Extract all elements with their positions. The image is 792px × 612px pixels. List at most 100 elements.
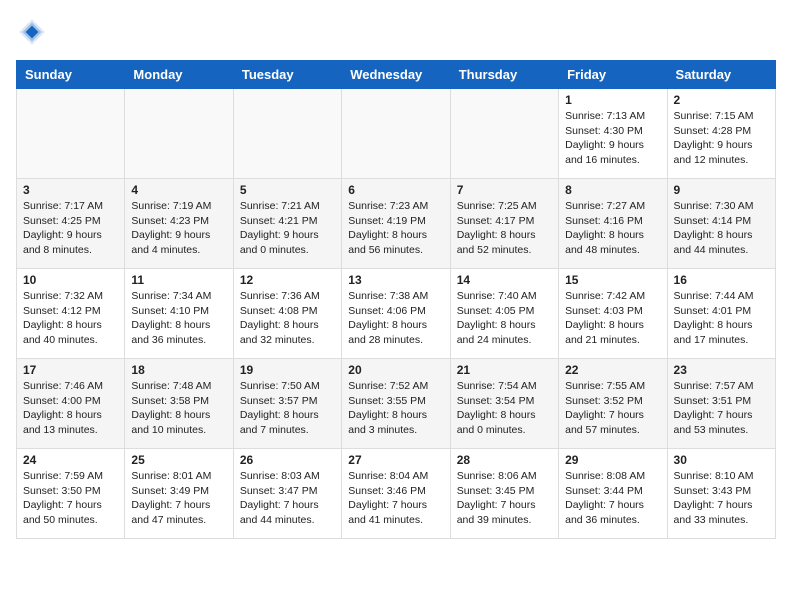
calendar-cell: 20 Sunrise: 7:52 AM Sunset: 3:55 PM Dayli… xyxy=(342,359,450,449)
day-info: Sunrise: 7:17 AM Sunset: 4:25 PM Dayligh… xyxy=(23,199,118,258)
calendar-cell: 29 Sunrise: 8:08 AM Sunset: 3:44 PM Dayli… xyxy=(559,449,667,539)
calendar-cell: 22 Sunrise: 7:55 AM Sunset: 3:52 PM Dayli… xyxy=(559,359,667,449)
calendar-cell: 30 Sunrise: 8:10 AM Sunset: 3:43 PM Dayli… xyxy=(667,449,775,539)
day-number: 6 xyxy=(348,183,443,197)
day-number: 16 xyxy=(674,273,769,287)
calendar-cell: 11 Sunrise: 7:34 AM Sunset: 4:10 PM Dayli… xyxy=(125,269,233,359)
day-number: 9 xyxy=(674,183,769,197)
calendar-cell: 13 Sunrise: 7:38 AM Sunset: 4:06 PM Dayli… xyxy=(342,269,450,359)
day-number: 3 xyxy=(23,183,118,197)
day-info: Sunrise: 7:54 AM Sunset: 3:54 PM Dayligh… xyxy=(457,379,552,438)
day-info: Sunrise: 8:01 AM Sunset: 3:49 PM Dayligh… xyxy=(131,469,226,528)
calendar-header-row: SundayMondayTuesdayWednesdayThursdayFrid… xyxy=(17,61,776,89)
day-info: Sunrise: 7:34 AM Sunset: 4:10 PM Dayligh… xyxy=(131,289,226,348)
calendar-cell: 25 Sunrise: 8:01 AM Sunset: 3:49 PM Dayli… xyxy=(125,449,233,539)
day-number: 30 xyxy=(674,453,769,467)
day-number: 29 xyxy=(565,453,660,467)
day-info: Sunrise: 8:10 AM Sunset: 3:43 PM Dayligh… xyxy=(674,469,769,528)
day-info: Sunrise: 8:03 AM Sunset: 3:47 PM Dayligh… xyxy=(240,469,335,528)
calendar-cell xyxy=(17,89,125,179)
calendar-cell: 21 Sunrise: 7:54 AM Sunset: 3:54 PM Dayli… xyxy=(450,359,558,449)
day-info: Sunrise: 7:30 AM Sunset: 4:14 PM Dayligh… xyxy=(674,199,769,258)
calendar-cell: 18 Sunrise: 7:48 AM Sunset: 3:58 PM Dayli… xyxy=(125,359,233,449)
day-info: Sunrise: 8:04 AM Sunset: 3:46 PM Dayligh… xyxy=(348,469,443,528)
day-info: Sunrise: 7:42 AM Sunset: 4:03 PM Dayligh… xyxy=(565,289,660,348)
day-number: 14 xyxy=(457,273,552,287)
day-number: 10 xyxy=(23,273,118,287)
calendar-cell xyxy=(342,89,450,179)
calendar-cell: 16 Sunrise: 7:44 AM Sunset: 4:01 PM Dayli… xyxy=(667,269,775,359)
calendar-cell: 8 Sunrise: 7:27 AM Sunset: 4:16 PM Daylig… xyxy=(559,179,667,269)
day-number: 27 xyxy=(348,453,443,467)
calendar-cell: 10 Sunrise: 7:32 AM Sunset: 4:12 PM Dayli… xyxy=(17,269,125,359)
day-info: Sunrise: 8:08 AM Sunset: 3:44 PM Dayligh… xyxy=(565,469,660,528)
calendar-cell: 9 Sunrise: 7:30 AM Sunset: 4:14 PM Daylig… xyxy=(667,179,775,269)
day-info: Sunrise: 7:59 AM Sunset: 3:50 PM Dayligh… xyxy=(23,469,118,528)
calendar-cell: 19 Sunrise: 7:50 AM Sunset: 3:57 PM Dayli… xyxy=(233,359,341,449)
day-info: Sunrise: 7:44 AM Sunset: 4:01 PM Dayligh… xyxy=(674,289,769,348)
day-info: Sunrise: 7:50 AM Sunset: 3:57 PM Dayligh… xyxy=(240,379,335,438)
day-of-week-header: Monday xyxy=(125,61,233,89)
day-info: Sunrise: 7:38 AM Sunset: 4:06 PM Dayligh… xyxy=(348,289,443,348)
day-info: Sunrise: 7:48 AM Sunset: 3:58 PM Dayligh… xyxy=(131,379,226,438)
day-number: 8 xyxy=(565,183,660,197)
calendar-cell: 2 Sunrise: 7:15 AM Sunset: 4:28 PM Daylig… xyxy=(667,89,775,179)
calendar-cell: 17 Sunrise: 7:46 AM Sunset: 4:00 PM Dayli… xyxy=(17,359,125,449)
day-info: Sunrise: 7:32 AM Sunset: 4:12 PM Dayligh… xyxy=(23,289,118,348)
logo xyxy=(16,16,52,48)
day-number: 15 xyxy=(565,273,660,287)
day-of-week-header: Thursday xyxy=(450,61,558,89)
day-number: 23 xyxy=(674,363,769,377)
day-info: Sunrise: 7:36 AM Sunset: 4:08 PM Dayligh… xyxy=(240,289,335,348)
calendar-cell: 14Sunrise: 7:40 AM Sunset: 4:05 PM Dayli… xyxy=(450,269,558,359)
day-of-week-header: Saturday xyxy=(667,61,775,89)
calendar-cell: 12Sunrise: 7:36 AM Sunset: 4:08 PM Dayli… xyxy=(233,269,341,359)
day-of-week-header: Sunday xyxy=(17,61,125,89)
day-info: Sunrise: 7:13 AM Sunset: 4:30 PM Dayligh… xyxy=(565,109,660,168)
day-info: Sunrise: 7:27 AM Sunset: 4:16 PM Dayligh… xyxy=(565,199,660,258)
day-info: Sunrise: 7:46 AM Sunset: 4:00 PM Dayligh… xyxy=(23,379,118,438)
day-number: 25 xyxy=(131,453,226,467)
calendar-cell xyxy=(450,89,558,179)
calendar-cell: 3 Sunrise: 7:17 AM Sunset: 4:25 PM Daylig… xyxy=(17,179,125,269)
calendar-cell: 7 Sunrise: 7:25 AM Sunset: 4:17 PM Daylig… xyxy=(450,179,558,269)
day-number: 11 xyxy=(131,273,226,287)
calendar-cell: 28 Sunrise: 8:06 AM Sunset: 3:45 PM Dayli… xyxy=(450,449,558,539)
day-of-week-header: Tuesday xyxy=(233,61,341,89)
day-number: 22 xyxy=(565,363,660,377)
day-number: 5 xyxy=(240,183,335,197)
calendar-table: SundayMondayTuesdayWednesdayThursdayFrid… xyxy=(16,60,776,539)
day-number: 4 xyxy=(131,183,226,197)
week-row: 10 Sunrise: 7:32 AM Sunset: 4:12 PM Dayli… xyxy=(17,269,776,359)
day-number: 17 xyxy=(23,363,118,377)
day-number: 28 xyxy=(457,453,552,467)
day-number: 18 xyxy=(131,363,226,377)
day-number: 1 xyxy=(565,93,660,107)
day-number: 21 xyxy=(457,363,552,377)
day-number: 7 xyxy=(457,183,552,197)
day-number: 2 xyxy=(674,93,769,107)
day-info: Sunrise: 7:15 AM Sunset: 4:28 PM Dayligh… xyxy=(674,109,769,168)
calendar-cell: 24Sunrise: 7:59 AM Sunset: 3:50 PM Dayli… xyxy=(17,449,125,539)
day-number: 19 xyxy=(240,363,335,377)
day-info: Sunrise: 7:52 AM Sunset: 3:55 PM Dayligh… xyxy=(348,379,443,438)
calendar-cell: 15 Sunrise: 7:42 AM Sunset: 4:03 PM Dayli… xyxy=(559,269,667,359)
calendar-cell: 1 Sunrise: 7:13 AM Sunset: 4:30 PM Daylig… xyxy=(559,89,667,179)
page-header xyxy=(16,16,776,48)
calendar-cell: 4 Sunrise: 7:19 AM Sunset: 4:23 PM Daylig… xyxy=(125,179,233,269)
calendar-cell xyxy=(233,89,341,179)
day-info: Sunrise: 8:06 AM Sunset: 3:45 PM Dayligh… xyxy=(457,469,552,528)
day-number: 13 xyxy=(348,273,443,287)
week-row: 3 Sunrise: 7:17 AM Sunset: 4:25 PM Daylig… xyxy=(17,179,776,269)
day-info: Sunrise: 7:19 AM Sunset: 4:23 PM Dayligh… xyxy=(131,199,226,258)
day-of-week-header: Friday xyxy=(559,61,667,89)
day-number: 20 xyxy=(348,363,443,377)
week-row: 24Sunrise: 7:59 AM Sunset: 3:50 PM Dayli… xyxy=(17,449,776,539)
day-info: Sunrise: 7:25 AM Sunset: 4:17 PM Dayligh… xyxy=(457,199,552,258)
logo-icon xyxy=(16,16,48,48)
calendar-cell: 6 Sunrise: 7:23 AM Sunset: 4:19 PM Daylig… xyxy=(342,179,450,269)
day-info: Sunrise: 7:23 AM Sunset: 4:19 PM Dayligh… xyxy=(348,199,443,258)
calendar-cell: 27 Sunrise: 8:04 AM Sunset: 3:46 PM Dayli… xyxy=(342,449,450,539)
day-info: Sunrise: 7:55 AM Sunset: 3:52 PM Dayligh… xyxy=(565,379,660,438)
week-row: 1 Sunrise: 7:13 AM Sunset: 4:30 PM Daylig… xyxy=(17,89,776,179)
